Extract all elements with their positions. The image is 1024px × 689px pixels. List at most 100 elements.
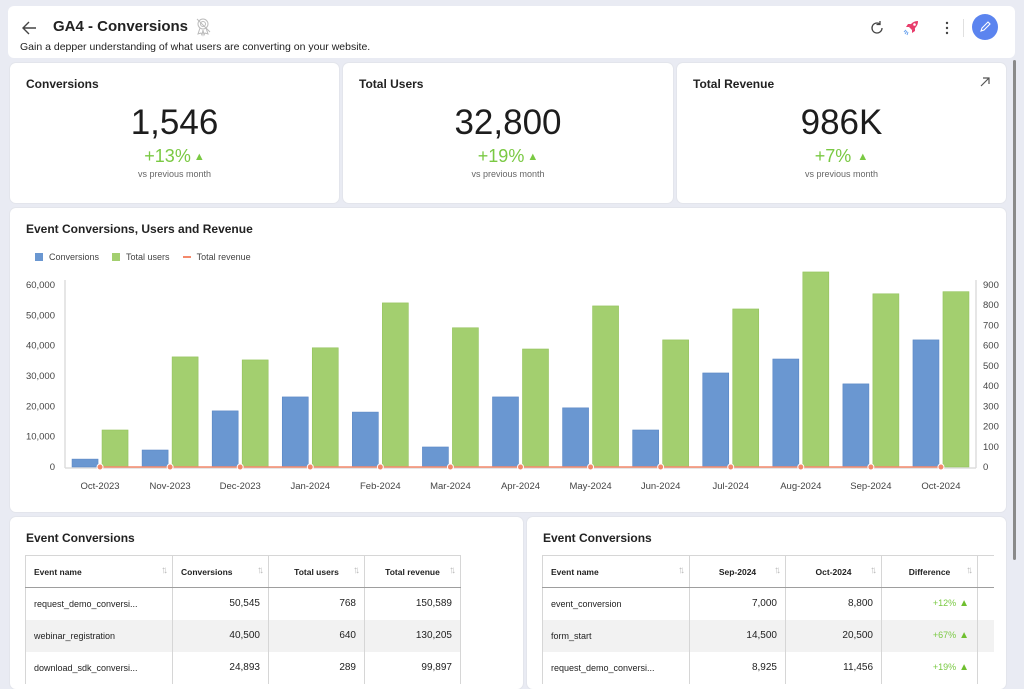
point-total-revenue	[937, 463, 945, 471]
column-header-event-name[interactable]: Event name ↑↓	[25, 555, 173, 588]
kpi-subtext: vs previous month	[804, 169, 879, 179]
column-header-event-name[interactable]: Event name ↑↓	[542, 555, 690, 588]
cell-sep-2024: 7,000	[689, 587, 786, 620]
y-right-tick-label: 700	[983, 320, 999, 331]
x-tick-label: Jan-2024	[290, 481, 330, 492]
kpi-delta: +13% ▲	[10, 146, 339, 167]
kpi-card-total-revenue: Total Revenue 986K +7% ▲ vs previous mont…	[677, 63, 1006, 203]
sort-icon[interactable]: ↑↓	[353, 565, 360, 576]
cell-event-name: form_start	[542, 619, 690, 652]
back-arrow-icon	[22, 21, 36, 35]
bar-total-users	[382, 302, 409, 468]
table-title: Event Conversions	[543, 531, 652, 545]
refresh-button[interactable]	[863, 14, 891, 42]
back-button[interactable]	[18, 16, 42, 40]
bar-conversions	[842, 383, 870, 468]
kpi-delta: +7% ▲	[677, 146, 1006, 167]
table-row[interactable]: form_start 14,500 20,500 +67% ▲	[542, 619, 994, 652]
y-right-tick-label: 600	[983, 341, 999, 352]
rocket-icon	[903, 21, 918, 36]
bar-total-users	[802, 271, 830, 468]
x-tick-label: Oct-2023	[80, 481, 119, 492]
point-total-revenue	[797, 463, 805, 471]
kpi-delta-text: +7%	[814, 146, 852, 166]
bar-conversions	[71, 458, 99, 468]
column-header-total-users[interactable]: Total users ↑↓	[268, 555, 365, 588]
column-header-difference[interactable]: Difference ↑↓	[881, 555, 978, 588]
point-total-revenue	[867, 463, 875, 471]
more-options-button[interactable]	[933, 14, 961, 42]
difference-value: +19%	[932, 662, 957, 672]
kpi-title: Total Users	[359, 77, 424, 91]
y-right-tick-label: 200	[983, 422, 999, 433]
sort-icon[interactable]: ↑↓	[678, 565, 685, 576]
x-tick-label: Aug-2024	[780, 481, 821, 492]
column-header-sep-2024[interactable]: Sep-2024 ↑↓	[689, 555, 786, 588]
bar-conversions	[422, 446, 449, 468]
point-total-revenue	[376, 463, 384, 471]
sort-icon[interactable]: ↑↓	[161, 565, 168, 576]
sort-icon[interactable]: ↑↓	[870, 565, 877, 576]
cell-oct-2024: 20,500	[785, 619, 882, 652]
y-left-tick-label: 60,000	[26, 280, 55, 291]
cell-sep-2024: 14,500	[689, 619, 786, 652]
table-row[interactable]: request_demo_conversi... 8,925 11,456 +19% ▲	[542, 651, 995, 684]
trend-up-icon: ▲	[527, 151, 539, 163]
column-label: Event name	[551, 566, 599, 577]
column-header-conversions[interactable]: Conversions ↑↓	[172, 555, 269, 588]
x-tick-label: Feb-2024	[360, 481, 401, 492]
table-row[interactable]: download_sdk_conversi... 24,893 289 99,897	[25, 651, 461, 684]
point-total-revenue	[657, 463, 665, 471]
table-row[interactable]: event_conversion 7,000 8,800 +12% ▲	[542, 587, 995, 620]
table-row[interactable]: request_demo_conversi... 50,545 768 150,589	[25, 587, 461, 620]
x-tick-label: May-2024	[569, 481, 611, 492]
bar-conversions	[352, 411, 379, 468]
expand-icon[interactable]	[978, 75, 992, 89]
point-total-revenue	[587, 463, 595, 471]
column-header-oct-2024[interactable]: Oct-2024 ↑↓	[785, 555, 882, 588]
y-left-tick-label: 20,000	[26, 401, 55, 412]
cell-event-name: webinar_registration	[25, 619, 173, 652]
kpi-value: 32,800	[454, 103, 562, 142]
cell-total-users: 768	[268, 587, 365, 620]
dashboard-header: GA4 - Conversions Gain a depper understa…	[8, 6, 1015, 58]
cell-conversions: 50,545	[172, 587, 269, 620]
cell-spacer	[977, 619, 994, 652]
x-tick-label: Apr-2024	[501, 481, 540, 492]
cell-event-name: request_demo_conversi...	[542, 651, 690, 684]
page-scrollbar[interactable]	[1013, 60, 1016, 560]
sort-icon[interactable]: ↑↓	[257, 565, 264, 576]
sort-icon[interactable]: ↑↓	[449, 565, 456, 576]
y-right-tick-label: 0	[983, 462, 988, 473]
table-row[interactable]: webinar_registration 40,500 640 130,205	[25, 619, 461, 652]
cell-spacer	[978, 588, 995, 620]
column-header-total-revenue[interactable]: Total revenue ↑↓	[364, 555, 461, 588]
kpi-subtext: vs previous month	[471, 169, 545, 179]
boost-button[interactable]	[898, 14, 926, 42]
y-right-tick-label: 500	[983, 361, 999, 372]
x-tick-label: Dec-2023	[220, 481, 261, 492]
column-label: Event name	[34, 566, 82, 577]
bar-total-users	[241, 359, 269, 468]
y-left-tick-label: 30,000	[26, 371, 55, 382]
bar-total-users	[311, 347, 339, 468]
x-tick-label: Sep-2024	[850, 481, 891, 492]
bar-conversions	[141, 449, 169, 468]
sort-icon[interactable]: ↑↓	[774, 565, 781, 576]
sort-icon[interactable]: ↑↓	[966, 565, 973, 576]
point-total-revenue	[96, 463, 104, 471]
refresh-icon	[871, 21, 883, 34]
bar-total-users	[452, 327, 479, 468]
bar-conversions	[912, 339, 940, 468]
point-total-revenue	[517, 463, 524, 471]
cell-event-name: download_sdk_conversi...	[25, 651, 173, 684]
trend-up-icon: ▲	[193, 151, 205, 163]
page-subtitle: Gain a depper understanding of what user…	[20, 41, 371, 53]
kpi-card-total-users: Total Users 32,800 +19% ▲ vs previous mon…	[343, 63, 673, 203]
trend-up-icon: ▲	[959, 630, 969, 641]
certificate-icon[interactable]	[192, 16, 214, 38]
edit-button[interactable]	[972, 14, 998, 40]
trend-up-icon: ▲	[959, 662, 969, 673]
bar-conversions	[492, 396, 519, 468]
event-conversions-table: Event name ↑↓ Conversions ↑↓ Total users ↑↓…	[25, 555, 461, 684]
